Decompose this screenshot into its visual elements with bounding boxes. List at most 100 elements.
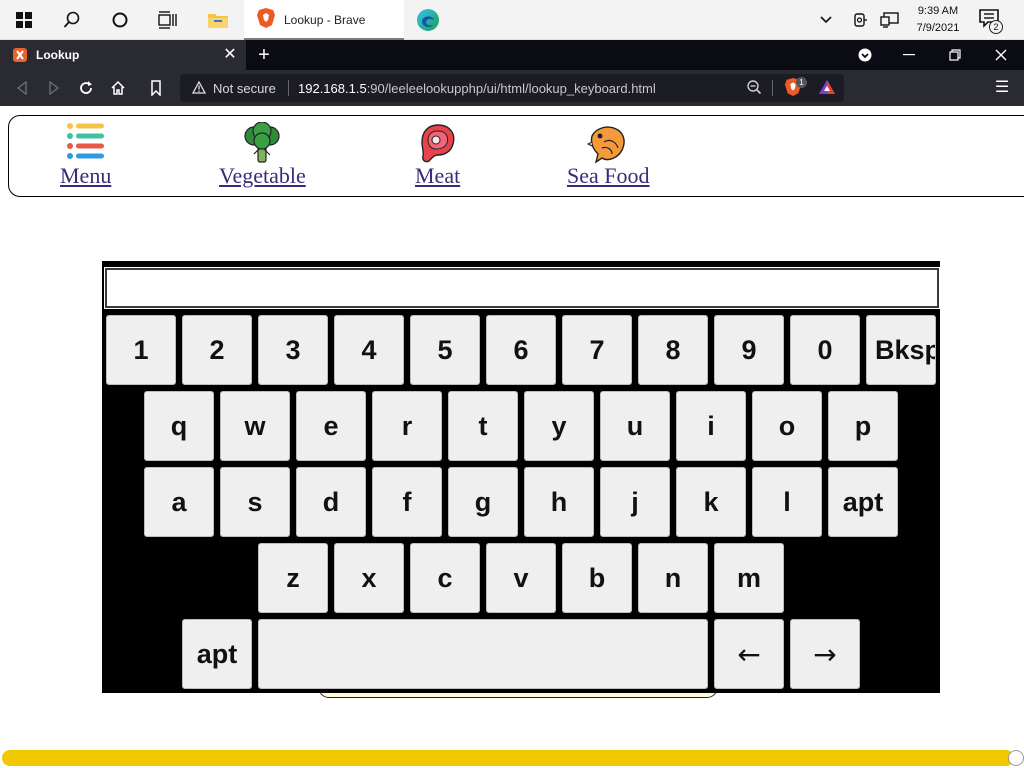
address-bar[interactable]: Not secure 192.168.1.5:90/leeleelookupph…: [180, 74, 844, 102]
key-7[interactable]: 7: [562, 315, 632, 385]
key-apostrophe[interactable]: apt: [182, 619, 252, 689]
clock-time: 9:39 AM: [917, 5, 959, 17]
nav-item-meat[interactable]: Meat: [415, 122, 460, 188]
key-o[interactable]: o: [752, 391, 822, 461]
page-content: Menu Vegetable Meat Sea Food 1 2 3 4 5 6…: [0, 106, 1024, 768]
key-c[interactable]: c: [410, 543, 480, 613]
key-z[interactable]: z: [258, 543, 328, 613]
nav-item-vegetable[interactable]: Vegetable: [219, 121, 306, 188]
restore-icon[interactable]: [932, 40, 978, 70]
key-2[interactable]: 2: [182, 315, 252, 385]
back-icon[interactable]: [10, 76, 34, 100]
key-1[interactable]: 1: [106, 315, 176, 385]
url-text[interactable]: 192.168.1.5:90/leeleelookupphp/ui/html/l…: [298, 81, 656, 96]
key-0[interactable]: 0: [790, 315, 860, 385]
file-explorer-icon[interactable]: [194, 0, 242, 40]
steak-icon: [416, 122, 460, 164]
key-r[interactable]: r: [372, 391, 442, 461]
bookmark-icon[interactable]: [144, 76, 168, 100]
browser-tab[interactable]: Lookup ✕: [0, 40, 246, 70]
brave-rewards-icon[interactable]: [818, 79, 836, 100]
tab-close-icon[interactable]: ✕: [220, 45, 240, 65]
minimize-icon[interactable]: [886, 40, 932, 70]
key-p[interactable]: p: [828, 391, 898, 461]
key-apostrophe[interactable]: apt: [828, 467, 898, 537]
nav-link-vegetable[interactable]: Vegetable: [219, 164, 306, 188]
notification-icon[interactable]: 2: [978, 8, 1004, 34]
tab-title: Lookup: [36, 48, 80, 62]
forward-icon[interactable]: [42, 76, 66, 100]
window-close-icon[interactable]: [978, 40, 1024, 70]
key-6[interactable]: 6: [486, 315, 556, 385]
key-arrow-left[interactable]: ←: [714, 619, 784, 689]
system-clock[interactable]: 9:39 AM 7/9/2021: [906, 3, 970, 37]
key-n[interactable]: n: [638, 543, 708, 613]
tab-search-icon[interactable]: [842, 40, 888, 70]
url-separator: [288, 80, 289, 96]
browser-menu-icon[interactable]: ☰: [992, 78, 1012, 98]
scrollbar-thumb[interactable]: [2, 750, 1014, 766]
key-arrow-right[interactable]: →: [790, 619, 860, 689]
key-u[interactable]: u: [600, 391, 670, 461]
key-l[interactable]: l: [752, 467, 822, 537]
nav-link-meat[interactable]: Meat: [415, 164, 460, 188]
horizontal-scrollbar[interactable]: [0, 750, 1024, 768]
taskbar-app-title: Lookup - Brave: [284, 13, 366, 27]
fish-icon: [586, 122, 630, 164]
edge-icon[interactable]: [404, 0, 452, 40]
xampp-favicon-icon: [13, 48, 27, 62]
key-s[interactable]: s: [220, 467, 290, 537]
key-q[interactable]: q: [144, 391, 214, 461]
not-secure-label[interactable]: Not secure: [213, 81, 276, 96]
search-icon[interactable]: [48, 0, 96, 40]
brave-icon: [256, 7, 276, 34]
onscreen-keyboard: 1 2 3 4 5 6 7 8 9 0 Bksp q w e r t y u i…: [102, 261, 940, 693]
key-5[interactable]: 5: [410, 315, 480, 385]
key-f[interactable]: f: [372, 467, 442, 537]
zoom-icon[interactable]: [746, 79, 762, 100]
keyboard-input[interactable]: [104, 267, 940, 309]
key-b[interactable]: b: [562, 543, 632, 613]
nav-link-sea-food[interactable]: Sea Food: [567, 164, 650, 188]
key-k[interactable]: k: [676, 467, 746, 537]
home-icon[interactable]: [106, 76, 130, 100]
notification-count: 2: [989, 20, 1003, 34]
url-path: :90/leeleelookupphp/ui/html/lookup_keybo…: [366, 81, 656, 96]
clock-date: 7/9/2021: [916, 22, 960, 34]
key-w[interactable]: w: [220, 391, 290, 461]
windows-start-icon[interactable]: [0, 0, 48, 40]
nav-item-menu[interactable]: Menu: [60, 122, 111, 188]
key-4[interactable]: 4: [334, 315, 404, 385]
warning-icon[interactable]: [191, 80, 207, 99]
brave-shield-icon[interactable]: 1: [784, 77, 807, 99]
key-a[interactable]: a: [144, 467, 214, 537]
key-9[interactable]: 9: [714, 315, 784, 385]
key-x[interactable]: x: [334, 543, 404, 613]
scrollbar-end-cap: [1008, 750, 1024, 766]
key-e[interactable]: e: [296, 391, 366, 461]
browser-tab-strip: Lookup ✕ +: [0, 40, 1024, 70]
cortana-icon[interactable]: [96, 0, 144, 40]
key-d[interactable]: d: [296, 467, 366, 537]
url-separator: [772, 80, 773, 96]
windows-taskbar: Lookup - Brave 9:39 AM 7/9/2021 2: [0, 0, 1024, 40]
new-tab-button[interactable]: +: [252, 44, 276, 66]
taskbar-app-brave[interactable]: Lookup - Brave: [244, 0, 404, 40]
key-g[interactable]: g: [448, 467, 518, 537]
key-backspace[interactable]: Bksp: [866, 315, 936, 385]
nav-link-menu[interactable]: Menu: [60, 164, 111, 188]
key-space[interactable]: [258, 619, 708, 689]
key-j[interactable]: j: [600, 467, 670, 537]
reload-icon[interactable]: [74, 76, 98, 100]
nav-item-sea-food[interactable]: Sea Food: [567, 122, 650, 188]
key-y[interactable]: y: [524, 391, 594, 461]
key-3[interactable]: 3: [258, 315, 328, 385]
key-t[interactable]: t: [448, 391, 518, 461]
key-8[interactable]: 8: [638, 315, 708, 385]
task-view-icon[interactable]: [144, 0, 192, 40]
key-i[interactable]: i: [676, 391, 746, 461]
url-host: 192.168.1.5: [298, 81, 367, 96]
key-h[interactable]: h: [524, 467, 594, 537]
key-m[interactable]: m: [714, 543, 784, 613]
key-v[interactable]: v: [486, 543, 556, 613]
